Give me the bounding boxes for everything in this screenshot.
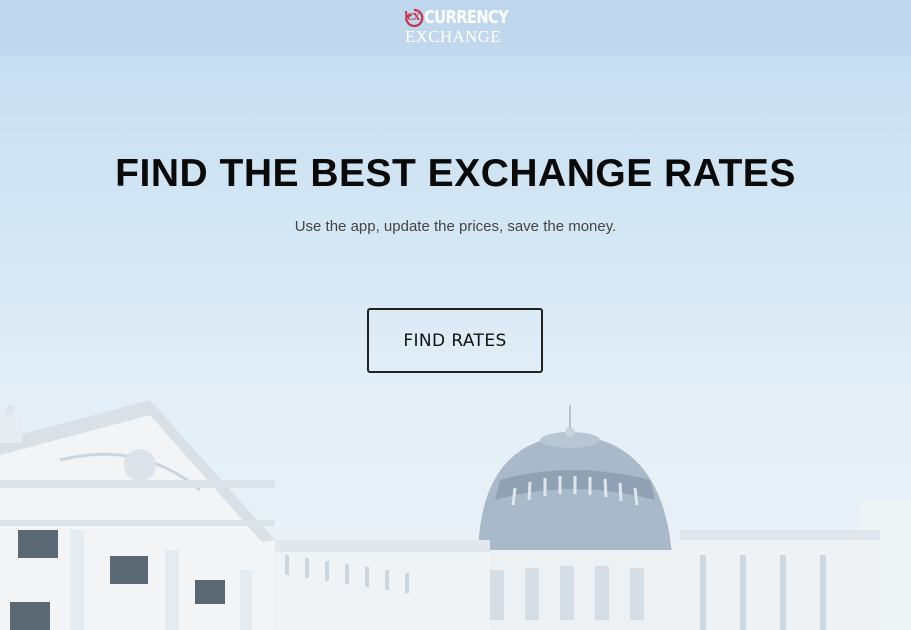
logo-text-currency: CURRENCY: [424, 7, 509, 28]
building-background-image: [0, 400, 911, 630]
logo-text-exchange: EXCHANGE: [405, 27, 501, 46]
logo-mark-text: CX: [407, 13, 420, 23]
hero-title: FIND THE BEST EXCHANGE RATES: [115, 152, 796, 195]
landing-page: CX CURRENCY EXCHANGE FIND THE BEST EXCHA…: [0, 0, 911, 630]
top-header: CX CURRENCY EXCHANGE: [0, 0, 911, 55]
hero-subtitle: Use the app, update the prices, save the…: [294, 218, 617, 235]
currency-exchange-logo[interactable]: CX CURRENCY EXCHANGE: [403, 7, 513, 47]
find-rates-button[interactable]: FIND RATES: [367, 308, 543, 373]
